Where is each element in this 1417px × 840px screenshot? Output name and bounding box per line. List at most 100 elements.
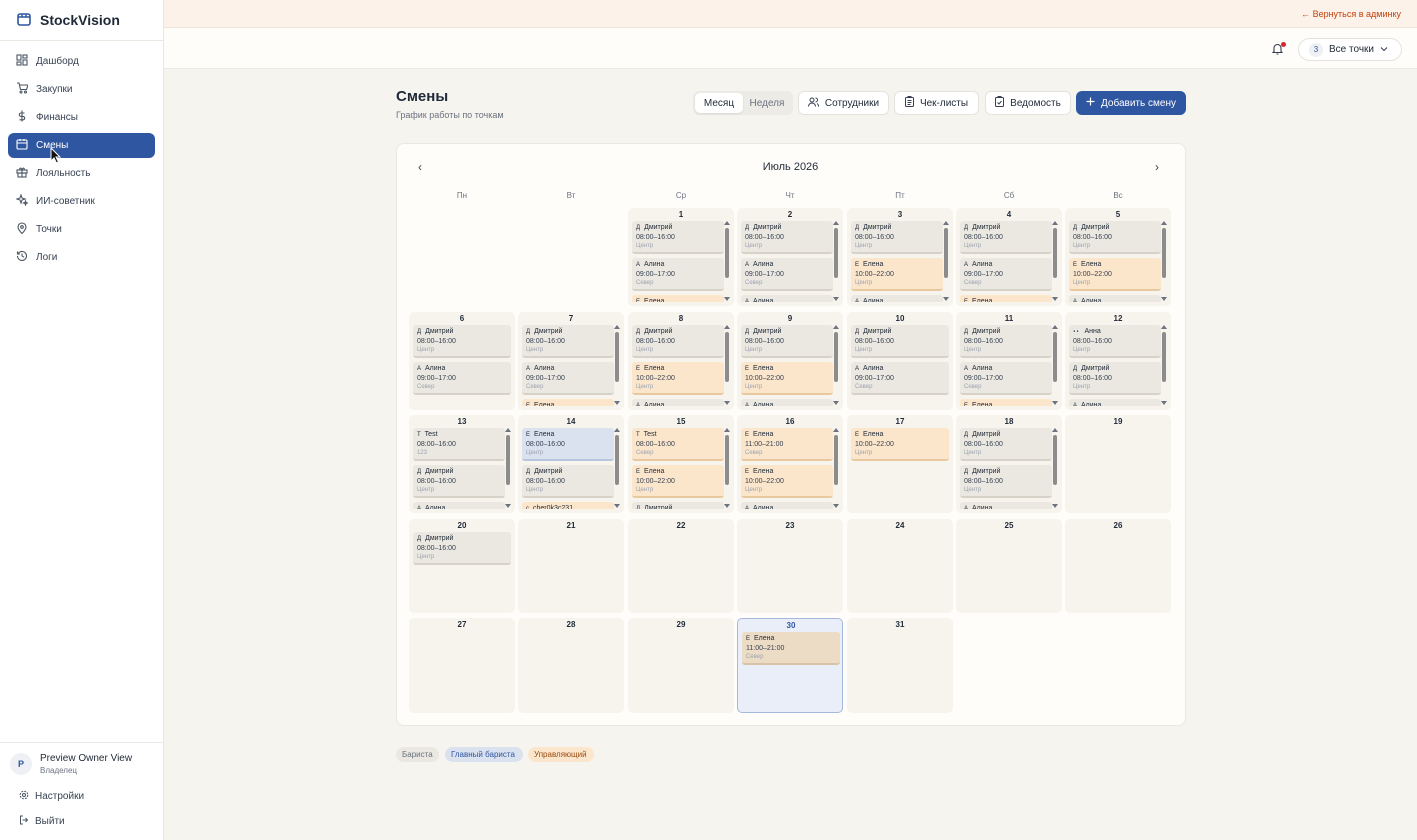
scroll-down-icon[interactable] — [1161, 401, 1167, 405]
calendar-day-cell[interactable]: 3 Д Дмитрий 08:00–16:00 Центр Е Елена 10:00–22:… — [847, 208, 953, 306]
sidebar-item-ai-advisor[interactable]: ИИ-советник — [8, 189, 155, 214]
points-select[interactable]: 3 Все точки — [1298, 38, 1402, 61]
sidebar-item-logs[interactable]: Логи — [8, 245, 155, 270]
shift-card[interactable]: ААлина09:00–17:00Север — [522, 362, 614, 395]
scroll-down-icon[interactable] — [724, 504, 730, 508]
shift-card[interactable]: ААлина09:00–17:00Север — [741, 399, 833, 406]
calendar-day-cell[interactable]: 27 — [409, 618, 515, 713]
scrollbar[interactable] — [833, 221, 839, 301]
calendar-day-cell[interactable]: 25 — [956, 519, 1062, 613]
scroll-down-icon[interactable] — [724, 297, 730, 301]
scrollbar[interactable] — [1161, 325, 1167, 405]
shift-card[interactable]: ДДмитрий08:00–16:00Центр — [413, 325, 511, 358]
calendar-day-cell[interactable]: 20 Д Дмитрий 08:00–16:00 Центр — [409, 519, 515, 613]
back-to-admin-link[interactable]: ← Вернуться в админку — [1301, 9, 1401, 19]
scroll-up-icon[interactable] — [943, 221, 949, 225]
scroll-down-icon[interactable] — [614, 401, 620, 405]
calendar-day-cell[interactable]: 29 — [628, 618, 734, 713]
shift-card[interactable]: ДДмитрий08:00–16:00Центр — [741, 325, 833, 358]
scrollbar-thumb[interactable] — [944, 228, 948, 278]
scrollbar[interactable] — [724, 221, 730, 301]
shift-card[interactable]: ДДмитрий08:00–16:00Центр — [960, 465, 1052, 498]
calendar-day-cell[interactable]: 6 Д Дмитрий 08:00–16:00 Центр А Алина 09:00–17:… — [409, 312, 515, 410]
scroll-up-icon[interactable] — [833, 428, 839, 432]
calendar-day-cell[interactable]: 19 — [1065, 415, 1171, 513]
shift-card[interactable]: ЕЕлена10:00–22:00Центр — [851, 258, 943, 291]
scroll-down-icon[interactable] — [833, 504, 839, 508]
scrollbar-thumb[interactable] — [834, 435, 838, 485]
shift-card[interactable]: ААлина09:00–17:00Север — [413, 362, 511, 395]
settings-link[interactable]: Настройки — [0, 784, 163, 809]
shift-card[interactable]: ЕЕлена10:00–22:00Центр — [632, 362, 724, 395]
shift-card[interactable]: ААлина09:00–17:00Север — [741, 502, 833, 509]
scroll-down-icon[interactable] — [943, 297, 949, 301]
calendar-day-cell[interactable]: 22 — [628, 519, 734, 613]
checklists-button[interactable]: Чек-листы — [894, 91, 979, 115]
scrollbar[interactable] — [505, 428, 511, 508]
shift-card[interactable]: ЕЕлена10:00–22:00Центр — [1069, 258, 1161, 291]
shift-card[interactable]: ААлина09:00–17:00Север — [741, 258, 833, 291]
scrollbar-thumb[interactable] — [725, 228, 729, 278]
shift-card[interactable]: ЕЕлена10:00–22:00Центр — [960, 295, 1052, 302]
shift-card[interactable]: ДДмитрий08:00–16:00Центр — [741, 221, 833, 254]
scrollbar-thumb[interactable] — [1053, 228, 1057, 278]
shift-card[interactable]: ААлина09:00–17:00Север — [960, 362, 1052, 395]
shift-card[interactable]: T Test 08:00–16:00 123 — [413, 428, 505, 461]
calendar-day-cell[interactable]: 30 Е Елена 11:00–21:00 Север — [737, 618, 843, 713]
sidebar-item-dashboard[interactable]: Дашборд — [8, 49, 155, 74]
employees-button[interactable]: Сотрудники — [798, 91, 889, 115]
shift-card[interactable]: ААлина09:00–17:00Север — [632, 399, 724, 406]
scroll-up-icon[interactable] — [833, 221, 839, 225]
scrollbar[interactable] — [1052, 221, 1058, 301]
shift-card[interactable]: ААлина09:00–17:00Север — [741, 295, 833, 302]
shift-card[interactable]: ДДмитрий08:00–16:00Центр — [960, 428, 1052, 461]
calendar-day-cell[interactable]: 12 👀 Анна 08:00–16:00 Центр Д Дмитрий 08:00–16:… — [1065, 312, 1171, 410]
calendar-day-cell[interactable]: 1 Д Дмитрий 08:00–16:00 Центр А Алина 09:00–17:… — [628, 208, 734, 306]
scrollbar[interactable] — [943, 221, 949, 301]
scrollbar[interactable] — [724, 428, 730, 508]
shift-card[interactable]: ДДмитрий08:00–16:00Центр — [413, 532, 511, 565]
scroll-up-icon[interactable] — [614, 428, 620, 432]
calendar-day-cell[interactable]: 14 Е Елена 08:00–16:00 Центр Д Дмитрий 08:00–16… — [518, 415, 624, 513]
sidebar-item-points[interactable]: Точки — [8, 217, 155, 242]
sidebar-item-finance[interactable]: Финансы — [8, 105, 155, 130]
calendar-day-cell[interactable]: 18 Д Дмитрий 08:00–16:00 Центр Д Дмитрий 08:00–… — [956, 415, 1062, 513]
calendar-day-cell[interactable]: 4 Д Дмитрий 08:00–16:00 Центр А Алина 09:00–17:… — [956, 208, 1062, 306]
scroll-down-icon[interactable] — [833, 401, 839, 405]
calendar-day-cell[interactable]: 21 — [518, 519, 624, 613]
calendar-day-cell[interactable]: 7 Д Дмитрий 08:00–16:00 Центр А Алина 09:00–17:… — [518, 312, 624, 410]
scroll-up-icon[interactable] — [724, 221, 730, 225]
shift-card[interactable]: ДДмитрий08:00–16:00Центр — [1069, 362, 1161, 395]
scroll-down-icon[interactable] — [1052, 504, 1058, 508]
calendar-day-cell[interactable]: 2 Д Дмитрий 08:00–16:00 Центр А Алина 09:00–17:… — [737, 208, 843, 306]
shift-card[interactable]: ААлина09:00–17:00Север — [851, 362, 949, 395]
scrollbar[interactable] — [614, 325, 620, 405]
scroll-up-icon[interactable] — [1161, 221, 1167, 225]
sheet-button[interactable]: Ведомость — [985, 91, 1071, 115]
logout-link[interactable]: Выйти — [0, 809, 163, 834]
scroll-down-icon[interactable] — [1161, 297, 1167, 301]
shift-card[interactable]: Е Елена 11:00–21:00 Север — [741, 428, 833, 461]
scrollbar-thumb[interactable] — [615, 435, 619, 485]
scrollbar[interactable] — [833, 428, 839, 508]
shift-card[interactable]: Е Елена 08:00–16:00 Центр — [522, 428, 614, 461]
calendar-day-cell[interactable]: 9 Д Дмитрий 08:00–16:00 Центр Е Елена 10:00–22:… — [737, 312, 843, 410]
shift-card[interactable]: ДДмитрий08:00–16:00Центр — [413, 465, 505, 498]
view-month-button[interactable]: Месяц — [695, 93, 743, 113]
shift-card[interactable]: ДДмитрий08:00–16:00Центр — [632, 502, 724, 509]
sidebar-item-shifts[interactable]: Смены — [8, 133, 155, 158]
scroll-down-icon[interactable] — [614, 504, 620, 508]
scrollbar[interactable] — [1052, 428, 1058, 508]
shift-card[interactable]: ААлина09:00–17:00Север — [960, 258, 1052, 291]
calendar-day-cell[interactable]: 24 — [847, 519, 953, 613]
scroll-up-icon[interactable] — [1052, 325, 1058, 329]
scrollbar-thumb[interactable] — [506, 435, 510, 485]
scrollbar-thumb[interactable] — [615, 332, 619, 382]
scroll-up-icon[interactable] — [1052, 221, 1058, 225]
shift-card[interactable]: 👀 Анна 08:00–16:00 Центр — [1069, 325, 1161, 358]
calendar-day-cell[interactable]: 11 Д Дмитрий 08:00–16:00 Центр А Алина 09:00–17… — [956, 312, 1062, 410]
scroll-down-icon[interactable] — [724, 401, 730, 405]
view-week-button[interactable]: Неделя — [743, 93, 791, 113]
scrollbar-thumb[interactable] — [1053, 332, 1057, 382]
scroll-down-icon[interactable] — [1052, 297, 1058, 301]
